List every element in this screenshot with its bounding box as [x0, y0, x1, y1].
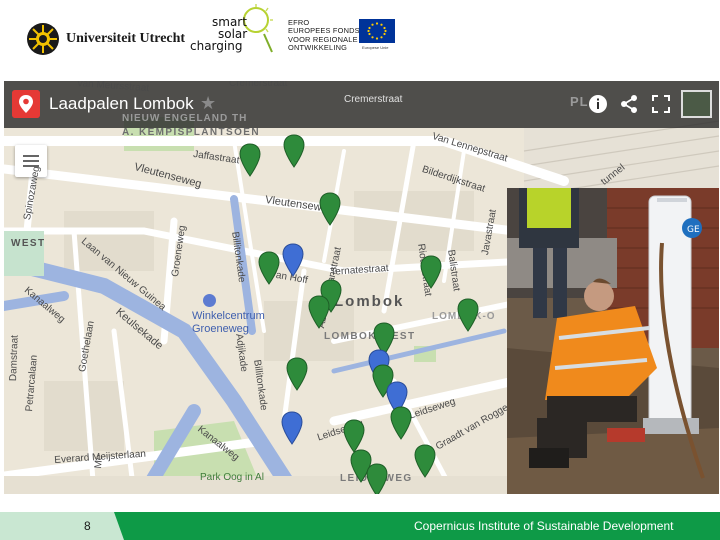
basemap-thumbnail[interactable]: [681, 90, 712, 118]
smart-solar-charging-logo: smart solar charging: [188, 4, 278, 56]
charging-station-marker[interactable]: [282, 243, 304, 277]
poi-label: Winkelcentrum: [192, 310, 265, 322]
charging-station-marker[interactable]: [286, 357, 308, 391]
street-label: Damstraat: [8, 334, 21, 382]
street-label: Me: [93, 454, 106, 469]
efro-line: ONTWIKKELING: [288, 43, 348, 53]
efro-text: EFRO EUROPEES FONDS VOOR REGIONALE ONTWI…: [288, 18, 360, 53]
charging-station-marker[interactable]: [390, 406, 412, 440]
university-logo: Universiteit Utrecht: [26, 22, 185, 56]
university-name: Universiteit Utrecht: [66, 31, 186, 46]
charging-station-marker[interactable]: [239, 143, 261, 177]
installation-photo: GE: [507, 188, 719, 494]
poi-label: Park Oog in Al: [200, 472, 264, 483]
street-label: Cremerstraat: [229, 81, 288, 89]
photo-illustration: GE: [507, 188, 719, 494]
district-label: LOMBOK WEST: [324, 331, 416, 342]
eu-flag-icon: [359, 19, 395, 43]
slide: Universiteit Utrecht smart solar chargin…: [0, 0, 720, 540]
charging-station-marker[interactable]: [308, 295, 330, 329]
eu-caption: Europese Unie: [362, 45, 389, 50]
charging-station-marker[interactable]: [319, 192, 341, 226]
fullscreen-icon[interactable]: [650, 93, 672, 115]
charging-station-marker[interactable]: [366, 463, 388, 494]
charging-station-marker[interactable]: [283, 134, 305, 168]
legend-line: [23, 160, 39, 162]
charging-station-marker[interactable]: [420, 255, 442, 289]
district-label: WEST: [11, 238, 46, 249]
map-title: Laadpalen Lombok: [49, 94, 194, 113]
share-icon[interactable]: [618, 93, 640, 115]
university-seal-icon: [27, 23, 59, 55]
legend-line: [23, 155, 39, 157]
page-number: 8: [84, 519, 91, 533]
charging-station-marker[interactable]: [343, 419, 365, 453]
district-label: Lombok: [334, 293, 405, 310]
district-label: NIEUW ENGELAND TH: [122, 113, 248, 124]
star-icon[interactable]: ★: [200, 93, 216, 114]
charging-station-marker[interactable]: [457, 298, 479, 332]
charging-station-marker[interactable]: [258, 251, 280, 285]
ge-logo: GE: [687, 225, 700, 235]
street-label: PL: [570, 94, 589, 109]
logo-strip: Universiteit Utrecht smart solar chargin…: [0, 0, 720, 70]
charging-station-marker[interactable]: [414, 444, 436, 478]
shopping-poi-icon[interactable]: [203, 294, 216, 307]
info-icon[interactable]: [587, 93, 609, 115]
charging-station-marker[interactable]: [281, 411, 303, 445]
street-label: Cremerstraat: [344, 94, 403, 105]
map-pin-icon[interactable]: [12, 90, 40, 118]
project-line-3: charging: [190, 39, 243, 53]
footer-institute: Copernicus Institute of Sustainable Deve…: [414, 519, 674, 533]
district-label: A. KEMPISPLANTSOEN: [122, 127, 260, 138]
